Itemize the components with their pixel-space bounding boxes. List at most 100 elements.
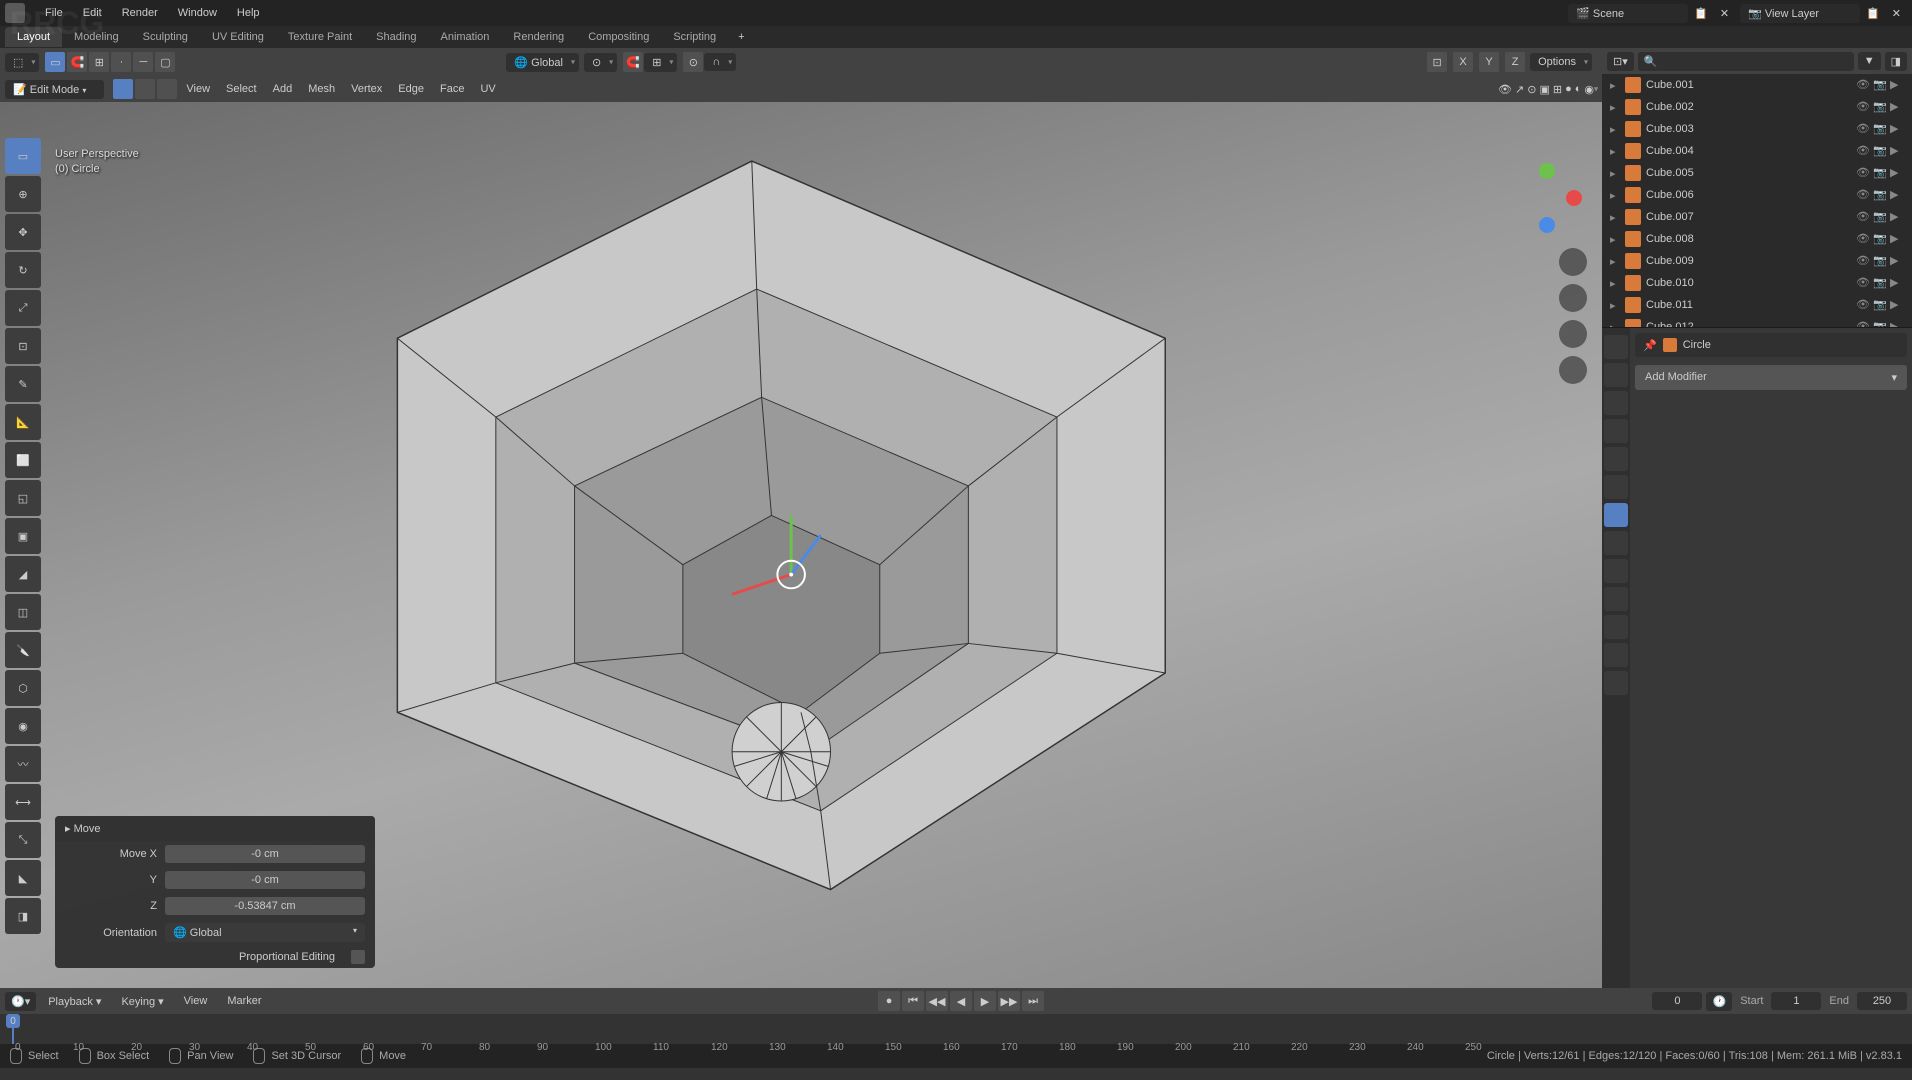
- hide-viewport-toggle[interactable]: 👁: [1856, 188, 1870, 202]
- outliner-item[interactable]: ▸Cube.010👁📷▶: [1602, 272, 1912, 294]
- tool-measure[interactable]: 📐: [5, 404, 41, 440]
- disable-render-toggle[interactable]: 📷: [1873, 144, 1887, 158]
- expand-icon[interactable]: ▸: [1610, 211, 1620, 224]
- visibility-dropdown[interactable]: 👁: [1498, 83, 1512, 96]
- timeline-menu-keying[interactable]: Keying ▾: [113, 992, 171, 1011]
- menu-edit[interactable]: Edit: [73, 3, 112, 23]
- expand-icon[interactable]: ▸: [1610, 167, 1620, 180]
- preview-range-toggle[interactable]: 🕐: [1706, 992, 1732, 1011]
- prop-tab-modifiers[interactable]: [1604, 503, 1628, 527]
- disable-render-toggle[interactable]: 📷: [1873, 122, 1887, 136]
- tool-smooth[interactable]: 〰: [5, 746, 41, 782]
- timeline-menu-marker[interactable]: Marker: [219, 992, 269, 1010]
- orientation-dropdown[interactable]: 🌐 Global ▾: [165, 923, 365, 942]
- shading-material[interactable]: ◐: [1575, 83, 1582, 96]
- perspective-toggle-button[interactable]: [1559, 356, 1587, 384]
- outliner-search-field[interactable]: 🔍: [1638, 52, 1854, 71]
- tool-move[interactable]: ✥: [5, 214, 41, 250]
- hide-viewport-toggle[interactable]: 👁: [1856, 122, 1870, 136]
- timeline-menu-playback[interactable]: Playback ▾: [40, 992, 109, 1011]
- tool-transform[interactable]: ⊡: [5, 328, 41, 364]
- tool-annotate[interactable]: ✎: [5, 366, 41, 402]
- prop-tab-output[interactable]: [1604, 363, 1628, 387]
- move-y-field[interactable]: -0 cm: [165, 871, 365, 889]
- outliner-item[interactable]: ▸Cube.012👁📷▶: [1602, 316, 1912, 328]
- xray-toggle[interactable]: ▣: [1539, 83, 1549, 96]
- hide-viewport-toggle[interactable]: 👁: [1856, 232, 1870, 246]
- workspace-tab-scripting[interactable]: Scripting: [661, 27, 728, 47]
- tool-cursor[interactable]: ⊕: [5, 176, 41, 212]
- editor-type-dropdown[interactable]: ⬚▾: [5, 53, 39, 72]
- prop-tab-mesh[interactable]: [1604, 615, 1628, 639]
- prop-tab-scene[interactable]: [1604, 419, 1628, 443]
- interaction-mode-dropdown[interactable]: 📝 Edit Mode ▾: [5, 80, 104, 99]
- hide-select-toggle[interactable]: ▶: [1890, 78, 1904, 92]
- face-select-mode[interactable]: [157, 79, 177, 99]
- timeline-playhead-label[interactable]: 0: [6, 1014, 20, 1028]
- mesh-automerge-toggle[interactable]: ⊡: [1427, 52, 1447, 72]
- outliner-item[interactable]: ▸Cube.002👁📷▶: [1602, 96, 1912, 118]
- hide-viewport-toggle[interactable]: 👁: [1856, 144, 1870, 158]
- pin-icon[interactable]: 📌: [1643, 339, 1657, 352]
- gizmo-y-axis[interactable]: [1539, 163, 1555, 179]
- prop-tab-material[interactable]: [1604, 643, 1628, 667]
- z-mirror-toggle[interactable]: Z: [1505, 52, 1525, 72]
- viewlayer-new-button[interactable]: 📋: [1860, 7, 1886, 20]
- snap-element-increment[interactable]: ⊞: [89, 52, 109, 72]
- menu-file[interactable]: File: [35, 3, 73, 23]
- outliner-item[interactable]: ▸Cube.009👁📷▶: [1602, 250, 1912, 272]
- vertex-select-mode[interactable]: [113, 79, 133, 99]
- expand-icon[interactable]: ▸: [1610, 299, 1620, 312]
- disable-render-toggle[interactable]: 📷: [1873, 298, 1887, 312]
- outliner-item[interactable]: ▸Cube.008👁📷▶: [1602, 228, 1912, 250]
- scene-name-field[interactable]: 🎬 Scene: [1568, 4, 1688, 23]
- disable-render-toggle[interactable]: 📷: [1873, 78, 1887, 92]
- menu-face[interactable]: Face: [432, 80, 472, 98]
- snap-element-face[interactable]: ▢: [155, 52, 175, 72]
- menu-vertex[interactable]: Vertex: [343, 80, 390, 98]
- snap-during-transform[interactable]: 🧲: [623, 52, 643, 72]
- disable-render-toggle[interactable]: 📷: [1873, 210, 1887, 224]
- proportional-editing-toggle[interactable]: ⊙: [683, 52, 703, 72]
- prop-tab-object[interactable]: [1604, 475, 1628, 499]
- outliner-item[interactable]: ▸Cube.005👁📷▶: [1602, 162, 1912, 184]
- hide-select-toggle[interactable]: ▶: [1890, 276, 1904, 290]
- hide-select-toggle[interactable]: ▶: [1890, 320, 1904, 328]
- hide-viewport-toggle[interactable]: 👁: [1856, 210, 1870, 224]
- play-reverse-button[interactable]: ◀: [950, 991, 972, 1011]
- hide-select-toggle[interactable]: ▶: [1890, 100, 1904, 114]
- disable-render-toggle[interactable]: 📷: [1873, 232, 1887, 246]
- pivot-dropdown[interactable]: ⊙▾: [584, 53, 617, 72]
- tool-poly-build[interactable]: ⬡: [5, 670, 41, 706]
- pan-button[interactable]: [1559, 284, 1587, 312]
- hide-select-toggle[interactable]: ▶: [1890, 298, 1904, 312]
- menu-uv[interactable]: UV: [472, 80, 503, 98]
- jump-to-end-button[interactable]: ⏭: [1022, 991, 1044, 1011]
- tool-edge-slide[interactable]: ⟷: [5, 784, 41, 820]
- outliner-item[interactable]: ▸Cube.001👁📷▶: [1602, 74, 1912, 96]
- scene-new-button[interactable]: 📋: [1688, 7, 1714, 20]
- jump-to-start-button[interactable]: ⏮: [902, 991, 924, 1011]
- tool-spin[interactable]: ◉: [5, 708, 41, 744]
- hide-select-toggle[interactable]: ▶: [1890, 188, 1904, 202]
- workspace-add-button[interactable]: +: [728, 27, 754, 47]
- proportional-editing-checkbox[interactable]: [351, 950, 365, 964]
- hide-select-toggle[interactable]: ▶: [1890, 144, 1904, 158]
- snap-element-vertex[interactable]: ·: [111, 52, 131, 72]
- tool-extrude-region[interactable]: ◱: [5, 480, 41, 516]
- menu-select[interactable]: Select: [218, 80, 265, 98]
- end-frame-field[interactable]: 250: [1857, 992, 1907, 1010]
- outliner-new-collection-button[interactable]: ◨: [1885, 52, 1907, 71]
- hide-select-toggle[interactable]: ▶: [1890, 232, 1904, 246]
- workspace-tab-texture-paint[interactable]: Texture Paint: [276, 27, 364, 47]
- disable-render-toggle[interactable]: 📷: [1873, 188, 1887, 202]
- workspace-tab-sculpting[interactable]: Sculpting: [131, 27, 200, 47]
- outliner-item[interactable]: ▸Cube.003👁📷▶: [1602, 118, 1912, 140]
- workspace-tab-rendering[interactable]: Rendering: [501, 27, 576, 47]
- outliner-item[interactable]: ▸Cube.004👁📷▶: [1602, 140, 1912, 162]
- timeline-menu-view[interactable]: View: [176, 992, 216, 1010]
- hide-viewport-toggle[interactable]: 👁: [1856, 276, 1870, 290]
- tool-rip-region[interactable]: ◨: [5, 898, 41, 934]
- prop-tab-texture[interactable]: [1604, 671, 1628, 695]
- disable-render-toggle[interactable]: 📷: [1873, 320, 1887, 328]
